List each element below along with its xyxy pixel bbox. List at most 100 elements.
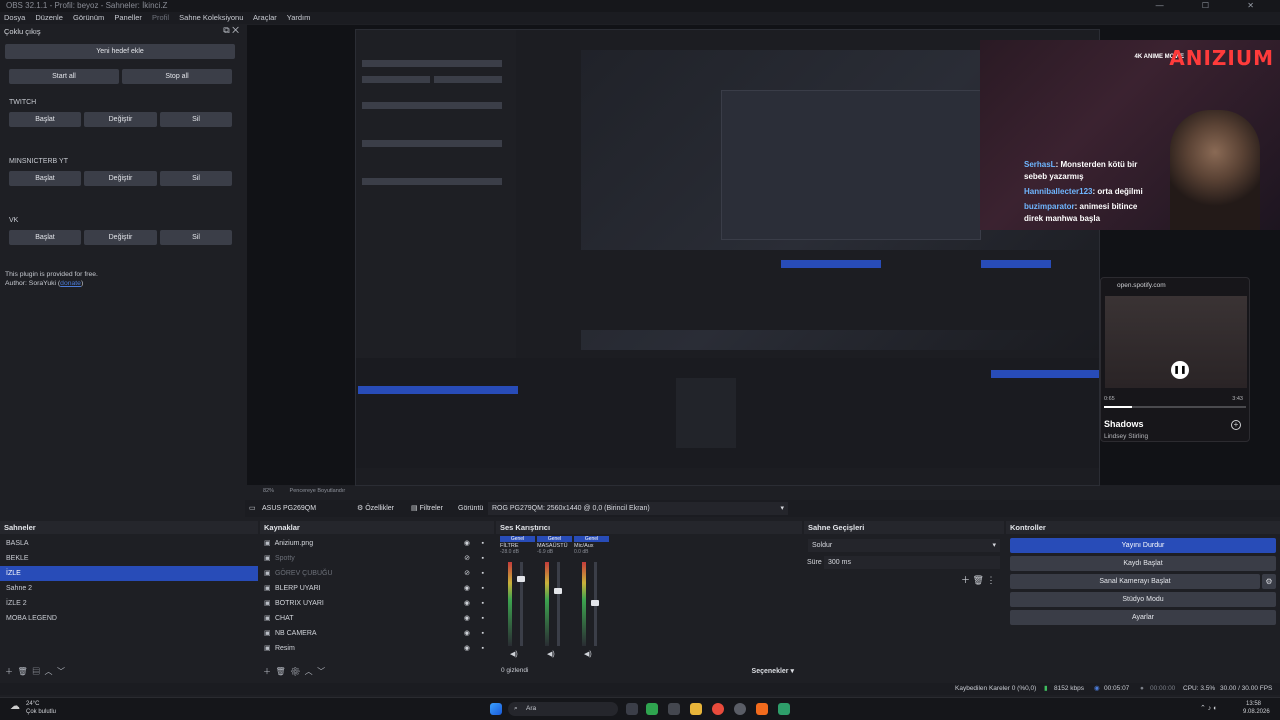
spotify-miniplayer[interactable]: open.spotify.com ❚❚ 0:65 3:43 Shadows Li…: [1100, 277, 1250, 442]
mixer-options[interactable]: Seçenekler ▾: [752, 667, 794, 675]
stop-stream-button[interactable]: Yayını Durdur: [1010, 538, 1276, 553]
add-icon[interactable]: ＋: [263, 667, 271, 676]
lock-icon[interactable]: ▪: [482, 536, 484, 551]
filters-button[interactable]: ▤ Filtreler: [411, 500, 443, 517]
menu-yardim[interactable]: Yardım: [287, 13, 311, 22]
volume-knob[interactable]: [517, 576, 525, 582]
display-select[interactable]: ROG PG279QM: 2560x1440 @ 0,0 (Birincil E…: [488, 502, 788, 515]
obs-icon[interactable]: [734, 703, 746, 715]
menu-profil[interactable]: Profil: [152, 13, 169, 22]
eye-icon[interactable]: ◉: [464, 581, 470, 596]
eye-icon[interactable]: ◉: [464, 641, 470, 656]
folder-icon[interactable]: [690, 703, 702, 715]
eye-icon[interactable]: ⊘: [464, 566, 470, 581]
edit-button[interactable]: Değiştir: [84, 171, 157, 186]
scene-item[interactable]: MOBA LEGEND: [0, 611, 258, 626]
menu-paneller[interactable]: Paneller: [114, 13, 142, 22]
delete-button[interactable]: Sil: [160, 112, 232, 127]
menu-gorunum[interactable]: Görünüm: [73, 13, 104, 22]
progress-track[interactable]: [1104, 406, 1246, 408]
duration-input[interactable]: 300 ms: [824, 556, 1000, 569]
taskbar-search[interactable]: ⌕ Ara: [508, 702, 618, 716]
chevron-down-icon[interactable]: ﹀: [57, 667, 65, 676]
chrome-icon[interactable]: [712, 703, 724, 715]
settings-app-icon[interactable]: [668, 703, 680, 715]
eye-icon[interactable]: ◉: [464, 596, 470, 611]
lock-icon[interactable]: ▪: [482, 551, 484, 566]
add-target-button[interactable]: Yeni hedef ekle: [5, 44, 235, 59]
volume-knob[interactable]: [591, 600, 599, 606]
add-icon[interactable]: ＋: [961, 575, 970, 585]
chevron-up-icon[interactable]: ︿: [305, 667, 313, 676]
trash-icon[interactable]: 🗑: [17, 667, 27, 676]
browser-icon[interactable]: [756, 703, 768, 715]
gear-icon[interactable]: ⚙: [290, 667, 300, 676]
speaker-icon[interactable]: ◀): [584, 650, 592, 658]
task-view-icon[interactable]: [626, 703, 638, 715]
virtual-cam-button[interactable]: Sanal Kamerayı Başlat: [1010, 574, 1260, 589]
eye-icon[interactable]: ◉: [464, 611, 470, 626]
windows-start-icon[interactable]: [490, 703, 502, 715]
zoom-mode[interactable]: Pencereye Boyutlandır: [290, 488, 346, 494]
stop-all-button[interactable]: Stop all: [122, 69, 232, 84]
window-controls[interactable]: — ☐ ✕: [1156, 0, 1272, 12]
source-item[interactable]: ▣ Spotty ⊘ ▪: [260, 551, 494, 566]
eye-icon[interactable]: ⊘: [464, 551, 470, 566]
volume-slider[interactable]: [520, 562, 523, 646]
menu-sahne-koleksiyonu[interactable]: Sahne Koleksiyonu: [179, 13, 243, 22]
scene-item[interactable]: BEKLE: [0, 551, 258, 566]
app-icon[interactable]: [778, 703, 790, 715]
lock-icon[interactable]: ▪: [482, 566, 484, 581]
transition-select[interactable]: Soldur ▾: [808, 539, 1000, 552]
scene-item[interactable]: BASLA: [0, 536, 258, 551]
xbox-icon[interactable]: [646, 703, 658, 715]
chevron-down-icon[interactable]: ﹀: [317, 667, 325, 676]
eye-icon[interactable]: ◉: [464, 626, 470, 641]
start-button[interactable]: Başlat: [9, 171, 81, 186]
start-record-button[interactable]: Kaydı Başlat: [1010, 556, 1276, 571]
studio-mode-button[interactable]: Stüdyo Modu: [1010, 592, 1276, 607]
gear-icon[interactable]: ⚙: [1262, 574, 1276, 589]
edit-button[interactable]: Değiştir: [84, 230, 157, 245]
start-all-button[interactable]: Start all: [9, 69, 119, 84]
lock-icon[interactable]: ▪: [482, 611, 484, 626]
speaker-icon[interactable]: ◀): [510, 650, 518, 658]
more-icon[interactable]: ⋮: [986, 575, 995, 585]
scene-item[interactable]: Sahne 2: [0, 581, 258, 596]
volume-slider[interactable]: [557, 562, 560, 646]
source-item[interactable]: ▣ Resim ◉ ▪: [260, 641, 494, 656]
source-item[interactable]: ▣ BOTRIX UYARI ◉ ▪: [260, 596, 494, 611]
filter-icon[interactable]: ▤: [32, 667, 40, 676]
trash-icon[interactable]: 🗑: [973, 575, 984, 585]
eye-icon[interactable]: ◉: [464, 536, 470, 551]
menu-duzenle[interactable]: Düzenle: [35, 13, 63, 22]
speaker-icon[interactable]: ◀): [547, 650, 555, 658]
add-icon[interactable]: +: [1231, 420, 1241, 430]
scene-item[interactable]: İZLE 2: [0, 596, 258, 611]
source-item[interactable]: ▣ BLERP UYARI ◉ ▪: [260, 581, 494, 596]
source-item[interactable]: ▣ Anizium.png ◉ ▪: [260, 536, 494, 551]
scene-item[interactable]: İZLE: [0, 566, 258, 581]
delete-button[interactable]: Sil: [160, 230, 232, 245]
menu-araclar[interactable]: Araçlar: [253, 13, 277, 22]
start-button[interactable]: Başlat: [9, 230, 81, 245]
source-item[interactable]: ▣ GÖREV ÇUBUĞU ⊘ ▪: [260, 566, 494, 581]
pause-icon[interactable]: ❚❚: [1171, 361, 1189, 379]
donate-link[interactable]: donate: [60, 280, 81, 287]
close-icon[interactable]: ⧉ ✕: [223, 25, 239, 36]
menu-dosya[interactable]: Dosya: [4, 13, 25, 22]
zoom-level[interactable]: 82%: [263, 488, 274, 494]
lock-icon[interactable]: ▪: [482, 626, 484, 641]
settings-button[interactable]: Ayarlar: [1010, 610, 1276, 625]
lock-icon[interactable]: ▪: [482, 581, 484, 596]
trash-icon[interactable]: 🗑: [275, 667, 285, 676]
volume-knob[interactable]: [554, 588, 562, 594]
source-item[interactable]: ▣ CHAT ◉ ▪: [260, 611, 494, 626]
lock-icon[interactable]: ▪: [482, 596, 484, 611]
start-button[interactable]: Başlat: [9, 112, 81, 127]
lock-icon[interactable]: ▪: [482, 641, 484, 656]
delete-button[interactable]: Sil: [160, 171, 232, 186]
tray-icons[interactable]: ⌃ ♪ ◐: [1200, 704, 1217, 712]
chevron-up-icon[interactable]: ︿: [45, 667, 53, 676]
properties-button[interactable]: ⚙ Özellikler: [357, 500, 394, 517]
